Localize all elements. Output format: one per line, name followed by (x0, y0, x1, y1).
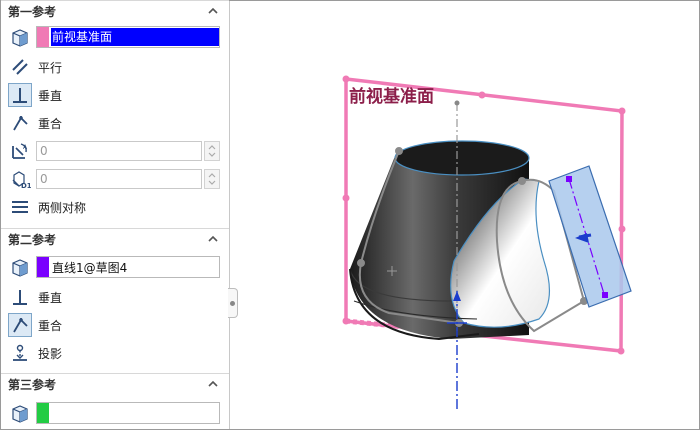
second-reference-title: 第二参考 (8, 233, 57, 247)
option-symmetric-label: 两侧对称 (38, 201, 87, 215)
selection-color-swatch (37, 27, 49, 47)
model-canvas[interactable]: 前视基准面 (239, 1, 699, 429)
option-perpendicular-2[interactable]: 垂直 (1, 284, 229, 310)
window: 第一参考 前视基准面 平行 垂直 重合 A 0 D1 0 两侧对称 第二参考 直… (0, 0, 700, 430)
perpendicular-icon[interactable] (8, 285, 32, 309)
option-project[interactable]: 投影 (1, 340, 229, 366)
plane-handle[interactable] (617, 347, 625, 355)
coincident-icon[interactable] (8, 313, 32, 337)
first-reference-selection-row: 前视基准面 (1, 24, 229, 50)
plane-handle[interactable] (342, 75, 350, 83)
selection-color-swatch (37, 257, 49, 277)
chevron-up-icon[interactable] (207, 378, 219, 390)
first-reference-title: 第一参考 (8, 5, 57, 19)
angle-spinner[interactable] (204, 141, 220, 161)
third-reference-field[interactable] (36, 402, 220, 424)
plane-face-icon (8, 25, 32, 49)
offset-distance-icon[interactable]: D1 (8, 167, 32, 191)
preview-plane[interactable] (548, 165, 632, 308)
option-coincident-2-label: 重合 (38, 319, 63, 333)
first-reference-value: 前视基准面 (51, 28, 219, 46)
parallel-icon[interactable] (8, 55, 32, 79)
plane-face-icon (8, 255, 32, 279)
angle-input[interactable]: 0 (36, 141, 202, 161)
angle-value: 0 (40, 144, 48, 158)
first-reference-field[interactable]: 前视基准面 (36, 26, 220, 48)
svg-text:A: A (23, 144, 28, 151)
preview-plane-handle[interactable] (566, 176, 572, 182)
first-reference-header[interactable]: 第一参考 (1, 0, 229, 22)
angle-row: A 0 (1, 138, 229, 164)
option-perpendicular-label: 垂直 (38, 89, 63, 103)
plane-handle[interactable] (342, 317, 350, 325)
property-manager-panel: 第一参考 前视基准面 平行 垂直 重合 A 0 D1 0 两侧对称 第二参考 直… (1, 0, 230, 429)
option-symmetric[interactable]: 两侧对称 (1, 194, 229, 220)
option-coincident-2[interactable]: 重合 (1, 312, 229, 338)
plane-name-label: 前视基准面 (349, 86, 434, 107)
coincident-icon[interactable] (8, 111, 32, 135)
second-reference-selection-row: 直线1@草图4 (1, 254, 229, 280)
selection-color-swatch (37, 403, 49, 423)
graphics-viewport[interactable]: 前视基准面 (239, 1, 699, 429)
plane-handle[interactable] (618, 225, 626, 233)
option-parallel-label: 平行 (38, 61, 63, 75)
option-project-label: 投影 (38, 347, 63, 361)
chevron-up-icon[interactable] (207, 233, 219, 245)
second-reference-header[interactable]: 第二参考 (1, 228, 229, 250)
plane-handle[interactable] (618, 107, 626, 115)
preview-plane-handle[interactable] (602, 292, 608, 298)
symmetric-icon[interactable] (8, 195, 32, 219)
chevron-up-icon[interactable] (207, 5, 219, 17)
option-coincident-label: 重合 (38, 117, 63, 131)
second-reference-value: 直线1@草图4 (52, 261, 128, 275)
option-coincident[interactable]: 重合 (1, 110, 229, 136)
plane-face-icon (8, 401, 32, 425)
panel-collapse-handle[interactable] (228, 288, 238, 318)
perpendicular-icon[interactable] (8, 83, 32, 107)
offset-value: 0 (40, 172, 48, 186)
third-reference-title: 第三参考 (8, 378, 57, 392)
svg-text:D1: D1 (21, 182, 31, 190)
axis-endpoint (454, 100, 460, 106)
offset-spinner[interactable] (204, 169, 220, 189)
project-icon[interactable] (8, 341, 32, 365)
angle-flip-icon[interactable]: A (8, 139, 32, 163)
option-perpendicular[interactable]: 垂直 (1, 82, 229, 108)
plane-handle[interactable] (342, 194, 350, 202)
option-perpendicular-2-label: 垂直 (38, 291, 63, 305)
offset-row: D1 0 (1, 166, 229, 192)
offset-input[interactable]: 0 (36, 169, 202, 189)
second-reference-field[interactable]: 直线1@草图4 (36, 256, 220, 278)
option-parallel[interactable]: 平行 (1, 54, 229, 80)
plane-handle[interactable] (478, 91, 486, 99)
third-reference-selection-row (1, 400, 229, 426)
third-reference-header[interactable]: 第三参考 (1, 373, 229, 395)
